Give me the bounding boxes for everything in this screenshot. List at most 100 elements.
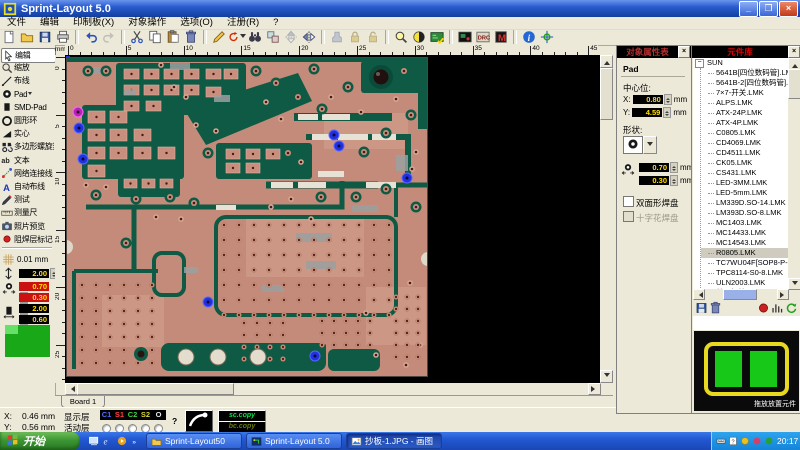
library-item[interactable]: ALPS.LMK — [701, 98, 788, 108]
library-item[interactable]: ATX-4P.LMK — [701, 118, 788, 128]
properties-close-button[interactable]: × — [678, 46, 690, 58]
menu-item[interactable]: 选项(O) — [173, 17, 220, 29]
cross-pad-checkbox[interactable] — [623, 211, 634, 222]
layer-badge-s2[interactable]: S2 — [139, 410, 152, 420]
tool-track[interactable]: 布线 — [1, 74, 54, 87]
stamp-button[interactable] — [328, 30, 346, 45]
paste-button[interactable] — [164, 30, 182, 45]
scroll-up-button[interactable] — [600, 55, 613, 68]
shape-dropdown-button[interactable] — [643, 136, 657, 154]
photo-mode-button[interactable] — [185, 410, 213, 432]
flip-vertical-button[interactable] — [282, 30, 300, 45]
minimize-button[interactable]: _ — [739, 1, 758, 17]
library-solder-mask-button[interactable] — [757, 301, 770, 315]
pad-drill-field[interactable]: 0.30mm — [639, 175, 693, 186]
track-width-setting[interactable]: 2.00 — [2, 267, 58, 280]
print-button[interactable] — [54, 30, 72, 45]
component-preview[interactable]: 拖放放置元件 — [694, 331, 799, 411]
tool-connections[interactable]: 网络连接线 — [1, 167, 54, 180]
pad-y-field[interactable]: Y: 4.59mm — [623, 107, 687, 118]
menu-item[interactable]: 印制板(X) — [66, 17, 121, 29]
open-button[interactable] — [18, 30, 36, 45]
library-horizontal-scrollbar[interactable] — [693, 289, 788, 299]
undo-button[interactable] — [82, 30, 100, 45]
flip-horizontal-button[interactable] — [300, 30, 318, 45]
tool-zoom[interactable]: 缩放 — [1, 61, 54, 74]
unlock-button[interactable] — [364, 30, 382, 45]
layer-help[interactable]: ? — [172, 416, 177, 426]
antivirus-tray-icon[interactable] — [740, 436, 751, 447]
library-item[interactable]: C0805.LMK — [701, 128, 788, 138]
pad-y-value[interactable]: 4.59 — [632, 108, 662, 117]
redo-button[interactable] — [100, 30, 118, 45]
library-item[interactable]: TPC8114-S0-8.LMK — [701, 268, 788, 278]
grid-setting[interactable]: 0.01 mm — [2, 253, 48, 266]
pad-drill-spinner[interactable] — [670, 175, 678, 186]
pad-outer-spinner[interactable] — [670, 162, 678, 173]
library-item[interactable]: ULN2003.LMK — [701, 278, 788, 288]
macro-button[interactable]: M — [492, 30, 510, 45]
messenger-tray-icon[interactable] — [752, 436, 763, 447]
input-method-tray-icon[interactable]: ? — [728, 436, 739, 447]
tool-zone[interactable]: 实心 — [1, 127, 54, 140]
library-delete-button[interactable] — [709, 301, 722, 315]
taskbar-task-button[interactable]: Sprint-Layout 5.0 — [246, 433, 342, 449]
taskbar-task-button[interactable]: 抄板-1.JPG - 画图 — [346, 433, 442, 449]
library-item[interactable]: TC7WU04F[SOP8-P-1.27].LI — [701, 258, 788, 268]
horizontal-scrollbar[interactable] — [65, 383, 600, 395]
layer-badge-s1[interactable]: S1 — [113, 410, 126, 420]
delete-button[interactable] — [182, 30, 200, 45]
library-refresh-button[interactable] — [785, 301, 798, 315]
layer-badge-o[interactable]: O — [152, 410, 165, 420]
internet-explorer-icon[interactable]: e — [101, 434, 114, 448]
library-vertical-scrollbar[interactable] — [788, 58, 800, 289]
library-item[interactable]: CS431.LMK — [701, 168, 788, 178]
library-item[interactable]: 7×7-开关.LMK — [701, 88, 788, 98]
duplicate-button[interactable] — [264, 30, 282, 45]
library-item[interactable]: CD4069.LMK — [701, 138, 788, 148]
pad-outer-value[interactable]: 0.70 — [639, 163, 669, 172]
pad-x-value[interactable]: 0.80 — [633, 95, 663, 104]
library-item[interactable]: 5641B-2[四位数码管].LMK — [701, 78, 788, 88]
library-item[interactable]: MC14433.LMK — [701, 228, 788, 238]
library-item[interactable]: ATX-24P.LMK — [701, 108, 788, 118]
menu-item[interactable]: 文件 — [0, 17, 33, 29]
search-component-button[interactable] — [246, 30, 264, 45]
library-item[interactable]: MC14543.LMK — [701, 238, 788, 248]
menu-item[interactable]: 编辑 — [33, 17, 66, 29]
layout-canvas[interactable] — [65, 55, 600, 383]
library-list[interactable]: −SUN5641B[四位数码管].LMK5641B-2[四位数码管].LMK7×… — [693, 58, 788, 289]
library-close-button[interactable]: × — [788, 46, 800, 58]
layer-badge-c2[interactable]: C2 — [126, 410, 139, 420]
menu-item[interactable]: ? — [266, 17, 285, 29]
taskbar-task-button[interactable]: Sprint-Layout50 — [146, 433, 242, 449]
new-button[interactable] — [0, 30, 18, 45]
drc-button[interactable]: DRC — [474, 30, 492, 45]
library-panel-titlebar[interactable]: 元件库 × — [692, 46, 800, 58]
library-sort-button[interactable] — [771, 301, 784, 315]
library-item[interactable]: 5641B[四位数码管].LMK — [701, 68, 788, 78]
tool-solder-mask[interactable]: 阻焊层标记 — [1, 233, 54, 246]
pad-x-field[interactable]: X: 0.80mm — [623, 94, 687, 105]
pad-drill-value[interactable]: 0.30 — [639, 176, 669, 185]
scroll-down-button[interactable] — [600, 370, 613, 383]
network-tray-icon[interactable] — [764, 436, 775, 447]
library-item[interactable]: MC1403.LMK — [701, 218, 788, 228]
tool-measure[interactable]: 测量尺 — [1, 206, 54, 219]
horizontal-scroll-thumb[interactable] — [77, 383, 234, 395]
tool-text[interactable]: ab文本 — [1, 154, 54, 167]
scroll-right-button[interactable] — [588, 383, 601, 395]
library-item[interactable]: LM339D.SO-14.LMK — [701, 198, 788, 208]
tool-smd-pad[interactable]: SMD-Pad — [1, 101, 54, 114]
library-item[interactable]: R0805.LMK — [701, 248, 788, 258]
tool-circle[interactable]: 圆形环 — [1, 114, 54, 127]
media-player-icon[interactable] — [115, 434, 128, 448]
tool-pad[interactable]: Pad — [1, 88, 54, 101]
save-button[interactable] — [36, 30, 54, 45]
library-vscroll-thumb[interactable] — [788, 69, 800, 99]
tool-test[interactable]: 测试 — [1, 193, 54, 206]
library-scroll-down-button[interactable] — [788, 278, 800, 290]
quick-launch-overflow-chevron[interactable]: » — [129, 434, 142, 448]
origin-button[interactable] — [538, 30, 556, 45]
board-check-button[interactable] — [428, 30, 446, 45]
